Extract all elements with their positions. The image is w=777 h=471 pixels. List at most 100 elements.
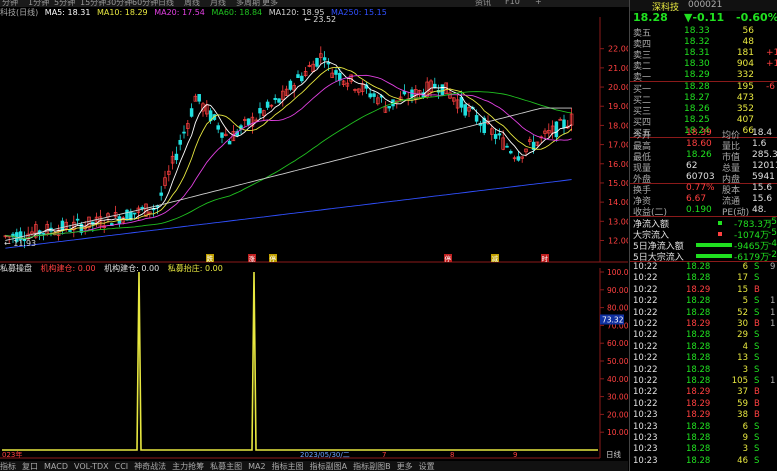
- stat-value: 0.190: [686, 205, 712, 215]
- flow-row: 5日大宗流入 -6179万 -2: [630, 250, 777, 263]
- stat-value: 15.6: [752, 183, 773, 193]
- stat-value: 18.60: [686, 139, 712, 149]
- indicator-tab[interactable]: CCI: [115, 462, 129, 471]
- orderbook-row: 卖四 18.32 48: [630, 37, 777, 50]
- price-tick-label: 21.00: [608, 64, 628, 73]
- candle-body: [140, 207, 144, 209]
- tick-row: 10:22 18.29 30 B 1: [630, 319, 777, 331]
- indicator-tab[interactable]: MACD: [44, 462, 68, 471]
- price-tick-label: 19.00: [608, 102, 628, 111]
- candle-body: [132, 212, 137, 215]
- indicator-tab[interactable]: 私募主图: [210, 462, 242, 471]
- stat-value: 48.: [752, 205, 767, 215]
- tick-row: 10:23 18.28 6 S: [630, 422, 777, 434]
- tick-row: 10:23 18.28 9 S: [630, 433, 777, 445]
- orderbook-change: +1: [766, 59, 777, 69]
- orderbook-change: +1: [766, 48, 777, 58]
- stat-value: 5941: [752, 172, 775, 182]
- flow-tail: -5: [768, 217, 777, 227]
- tick-time: 10:23: [633, 410, 658, 421]
- orderbook-volume: 904: [736, 59, 754, 69]
- indicator-tab[interactable]: 更多: [397, 462, 413, 471]
- flow-tail: -2: [768, 250, 777, 260]
- tick-price: 18.28: [686, 262, 711, 272]
- tick-volume: 15: [737, 284, 748, 295]
- indicator-tab[interactable]: 神奇战法: [134, 462, 166, 471]
- tick-time: 10:22: [633, 307, 658, 318]
- tick-row: 10:22 18.28 13 S: [630, 353, 777, 365]
- stat-value: 18.4: [752, 128, 773, 138]
- candle-body: [338, 72, 342, 81]
- tick-side: S: [754, 307, 760, 318]
- indicator-current-label: 73.32: [602, 315, 624, 324]
- stat-value: 0.77%: [686, 183, 715, 193]
- tick-side: B: [754, 387, 760, 398]
- kline-chart[interactable]: 22.00 21.00 20.00 19.00 18.00 17.00 16.00 15.00…: [0, 0, 628, 461]
- candle-body: [474, 115, 479, 122]
- stock-code: 000021: [688, 0, 723, 10]
- flow-tail: -4: [768, 239, 777, 249]
- indicator-line: [2, 271, 598, 451]
- indicator-tab[interactable]: 指标: [0, 462, 16, 471]
- indicator-tab[interactable]: 复口: [22, 462, 38, 471]
- tick-volume: 3: [742, 444, 748, 455]
- indicator-tab[interactable]: 指标副图A: [310, 462, 347, 471]
- indicator-tab[interactable]: MA2: [248, 462, 265, 471]
- candle-body: [493, 134, 498, 139]
- indicator-legend: 私募操盘 机构建仓: 0.00 机构建仓: 0.00 私募抬庄: 0.00: [0, 263, 229, 273]
- tick-price: 18.29: [686, 284, 711, 295]
- indicator-tab[interactable]: 指标副图B: [353, 462, 391, 471]
- price-tick-label: 13.00: [608, 217, 628, 226]
- orderbook-volume: 332: [736, 70, 754, 80]
- candle-body: [459, 97, 464, 108]
- candle-body: [159, 192, 163, 196]
- flow-row: 净流入额 -783.3万 -5: [630, 217, 777, 230]
- orderbook-row: 买四 18.25 407: [630, 115, 777, 128]
- tick-volume: 38: [737, 410, 748, 421]
- tick-volume: 59: [737, 398, 748, 409]
- stat-value: 60703: [686, 172, 715, 182]
- stat-row: 换手 0.77% 股本 15.6: [630, 183, 777, 196]
- tick-side: S: [754, 444, 760, 455]
- indicator-axis-label: 30.00: [607, 393, 628, 402]
- indicator-value-2: 机构建仓: 0.00: [104, 264, 160, 273]
- indicator-value-3: 私募抬庄: 0.00: [167, 264, 223, 273]
- price-change-pct: -0.60%: [736, 11, 777, 24]
- orderbook-price: 18.27: [684, 93, 710, 103]
- candle-body: [440, 84, 445, 95]
- price-tick-label: 17.00: [608, 141, 628, 150]
- orderbook-price: 18.26: [684, 104, 710, 114]
- tick-side: S: [754, 296, 760, 307]
- stat-value: 1.6: [752, 139, 767, 149]
- indicator-tab[interactable]: 设置: [419, 462, 435, 471]
- tick-volume: 9: [742, 433, 748, 443]
- candle-body: [189, 108, 194, 117]
- candle-body: [516, 156, 521, 161]
- tick-time: 10:23: [633, 433, 658, 443]
- tick-time: 10:22: [633, 319, 658, 329]
- orderbook-row: 买二 18.27 473: [630, 93, 777, 106]
- candle-body: [296, 74, 300, 78]
- indicator-tab[interactable]: 主力抢筹: [172, 462, 204, 471]
- stat-row: 最低 18.26 市值 285.3: [630, 150, 777, 163]
- indicator-tab[interactable]: 指标主图: [272, 462, 304, 471]
- tick-time: 10:22: [633, 398, 658, 409]
- tick-row: 10:23 18.29 38 B: [630, 410, 777, 422]
- orderbook-volume: 352: [736, 104, 754, 114]
- candle-body: [265, 101, 270, 108]
- orderbook-row: 卖三 18.31 181 +1: [630, 48, 777, 61]
- tick-extra: 9: [770, 262, 776, 272]
- tick-extra: 1: [770, 319, 776, 329]
- candle-body: [505, 145, 509, 148]
- indicator-axis-label: 100.00: [607, 268, 628, 277]
- tick-time: 10:22: [633, 330, 658, 341]
- candle-body: [368, 93, 372, 98]
- tick-row: 10:22 18.28 6 S 9: [630, 262, 777, 274]
- indicator-axis-label: 90.00: [607, 286, 628, 295]
- tick-time: 10:22: [633, 341, 658, 352]
- candle-body: [220, 132, 224, 138]
- tick-side: S: [754, 433, 760, 443]
- indicator-tab[interactable]: VOL-TDX: [74, 462, 109, 471]
- event-marker: 时: [541, 254, 549, 263]
- last-price: 18.28: [633, 11, 668, 24]
